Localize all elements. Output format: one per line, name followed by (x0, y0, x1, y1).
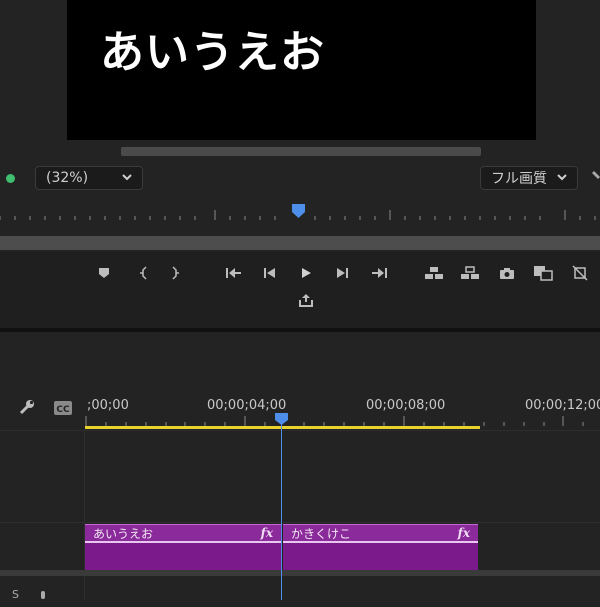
monitor-zoom-bar[interactable] (0, 236, 600, 250)
audio-track-label: S (12, 588, 19, 601)
clip-1[interactable]: あいうえお fx (85, 524, 281, 570)
fx-badge-icon[interactable]: fx (458, 526, 470, 540)
step-back-icon[interactable] (261, 264, 279, 282)
microphone-icon[interactable] (38, 588, 48, 600)
lift-icon[interactable] (424, 264, 444, 282)
chevron-down-icon (122, 174, 132, 181)
transport-controls (0, 252, 600, 328)
chevron-down-icon (557, 174, 567, 181)
extract-icon[interactable] (460, 264, 480, 282)
timecode-label: 00;00;08;00 (366, 398, 446, 413)
track-divider (0, 522, 600, 523)
playhead-handle-icon[interactable] (275, 413, 288, 425)
add-marker-icon[interactable] (95, 264, 113, 282)
clip-name: かきくけこ (291, 526, 352, 541)
zoom-level-value: (32%) (46, 170, 89, 186)
playhead-line[interactable] (281, 422, 282, 600)
track-separator (0, 570, 600, 576)
playback-quality-value: フル画質 (491, 171, 547, 187)
zoom-level-dropdown[interactable]: (32%) (35, 166, 143, 190)
monitor-scrollbar[interactable] (121, 147, 481, 156)
timecode-label: 00;00;12;00 (525, 398, 600, 413)
captions-cc-icon[interactable]: CC (54, 400, 72, 415)
fx-badge-icon[interactable]: fx (261, 526, 273, 540)
clip-2[interactable]: かきくけこ fx (283, 524, 478, 570)
clip-header: あいうえお fx (85, 525, 281, 543)
monitor-playhead-icon[interactable] (292, 204, 305, 218)
comparison-view-icon[interactable] (533, 264, 553, 282)
play-icon[interactable] (297, 264, 315, 282)
timecode-label: 00;00;04;00 (207, 398, 287, 413)
mark-out-icon[interactable] (166, 264, 184, 282)
proxy-toggle-icon[interactable] (571, 264, 589, 282)
work-area-bar[interactable] (85, 426, 480, 429)
status-indicator-icon (6, 174, 15, 183)
go-to-out-icon[interactable] (370, 264, 388, 282)
timeline-settings-wrench-icon[interactable] (18, 398, 36, 416)
svg-text:CC: CC (56, 405, 70, 415)
title-overlay-text: あいうえお (100, 27, 325, 78)
step-forward-icon[interactable] (333, 264, 351, 282)
export-frame-icon[interactable] (498, 264, 516, 282)
clip-header: かきくけこ fx (283, 525, 478, 543)
track-divider (0, 430, 600, 431)
clip-name: あいうえお (93, 526, 154, 541)
settings-wrench-icon[interactable] (588, 166, 600, 186)
go-to-in-icon[interactable] (225, 264, 243, 282)
mark-in-icon[interactable] (135, 264, 153, 282)
playback-quality-dropdown[interactable]: フル画質 (480, 166, 578, 190)
timecode-label: ;00;00 (87, 398, 129, 413)
export-icon[interactable] (297, 291, 315, 309)
